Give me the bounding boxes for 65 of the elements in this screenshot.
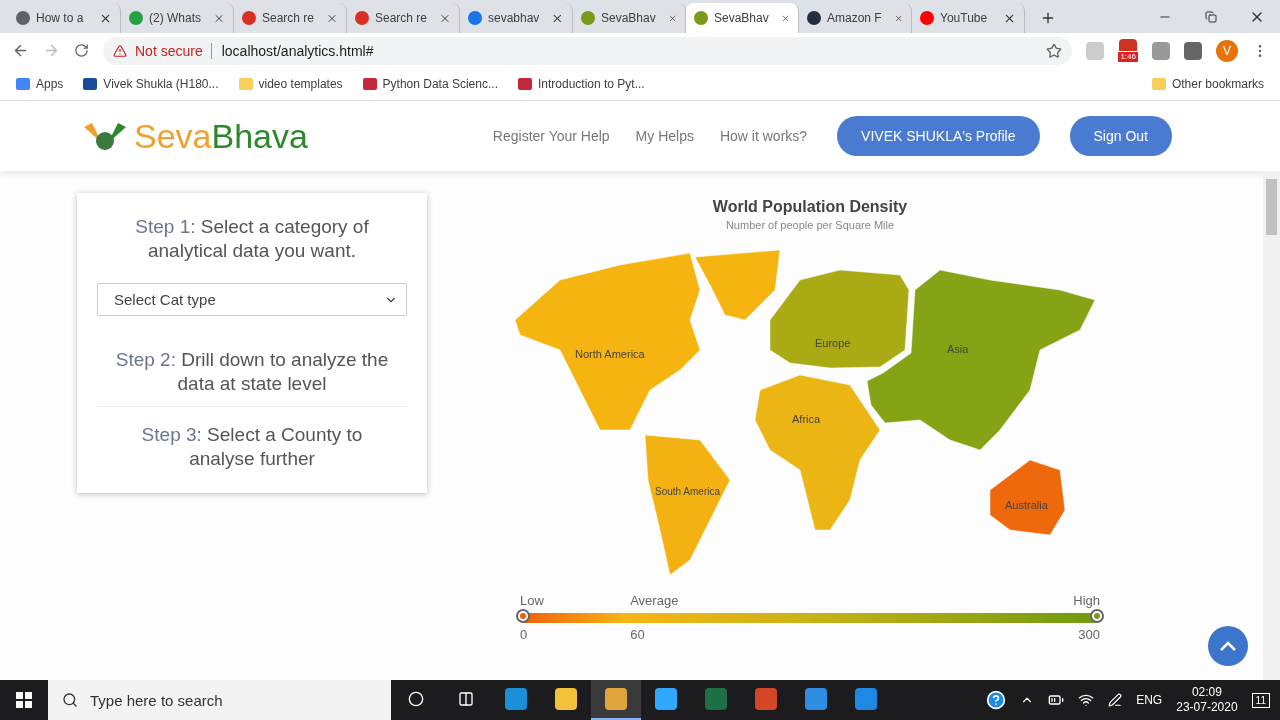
continent-label: Africa [792,413,821,425]
slider-handle[interactable] [1090,609,1104,623]
taskbar-app-icon[interactable] [591,680,641,720]
nav-link[interactable]: My Helps [635,128,694,144]
continent-label: Europe [815,337,851,349]
taskbar-search-field[interactable]: Type here to search [48,680,391,720]
security-label: Not secure [135,42,203,59]
legend-label: Average [630,593,679,608]
sign-out-button[interactable]: Sign Out [1069,116,1172,156]
notification-badge[interactable]: 11 [1251,692,1270,708]
legend-label: Low [520,593,544,608]
continent-shape[interactable] [989,459,1066,536]
continent-label: North America [575,348,645,360]
bookmark-link[interactable]: Introduction to Pyt... [518,77,645,91]
restore-icon[interactable] [1205,10,1217,23]
continent-shape[interactable] [769,269,910,369]
continent-label: South America [655,486,721,497]
step-text: Step 2: Drill down to analyze the data at state level [114,348,390,396]
nav-link[interactable]: How it works? [719,128,808,144]
task-view-icon[interactable] [458,691,474,707]
scrollbar[interactable] [1263,171,1280,680]
legend-tick: 300 [1078,627,1100,642]
reload-icon[interactable] [74,43,89,58]
bookmark-label: Apps [36,77,64,91]
scroll-top-button[interactable] [1208,626,1248,666]
legend-tick: 60 [630,627,645,642]
star-icon[interactable] [1046,42,1063,59]
search-icon [62,692,78,708]
slider-handle[interactable] [516,609,530,623]
logo-text: SevaBhava [134,116,308,156]
chart-subtitle: Number of people per Square Mile [725,219,895,231]
battery-icon [1048,692,1065,708]
help-icon[interactable] [986,690,1007,710]
pen-icon [1108,693,1123,707]
chevron-up-icon [1220,641,1236,651]
wifi-icon [1078,692,1095,708]
plus-icon[interactable] [1040,10,1056,26]
continent-shape[interactable] [754,374,881,531]
taskbar-clock[interactable]: 02:09 23-07-2020 [1176,685,1238,715]
url-text: localhost/analytics.html# [210,42,374,59]
timer-badge: 1:46 [1118,52,1138,62]
bookmark-link[interactable]: Other bookmarks [1151,77,1264,91]
browser-tab[interactable]: SevaBhav [686,3,799,33]
chart-title: World Population Density [712,198,908,216]
step-text: Step 1: Select a category of analytical data you want. [134,215,370,263]
bookmark-link[interactable]: video templates [238,77,343,91]
extension-icon[interactable] [1119,39,1138,51]
nav-link[interactable]: Register Your Help [492,128,610,144]
address-bar[interactable]: Not secure localhost/analytics.html# [103,36,1073,65]
legend-tick: 0 [520,627,528,642]
language-indicator[interactable]: ENG [1136,693,1163,707]
continent-label: Asia [947,343,969,355]
bookmark-link[interactable]: Apps [16,77,64,91]
step-text: Step 3: Select a County to analyse further [140,423,364,471]
category-select[interactable]: Select Cat type [97,283,407,316]
legend-label: High [1073,593,1100,608]
folder-icon [1151,78,1166,90]
bookmark-label: Other bookmarks [1171,77,1264,91]
profile-button[interactable]: VIVEK SHUKLA's Profile [837,116,1040,156]
warning-icon [113,43,127,58]
bookmark-label: Introduction to Pyt... [538,77,645,91]
continent-label: Australia [1005,499,1048,511]
back-icon[interactable] [12,42,29,59]
bookmark-label: video templates [258,77,343,91]
continent-shape[interactable] [866,269,1096,451]
